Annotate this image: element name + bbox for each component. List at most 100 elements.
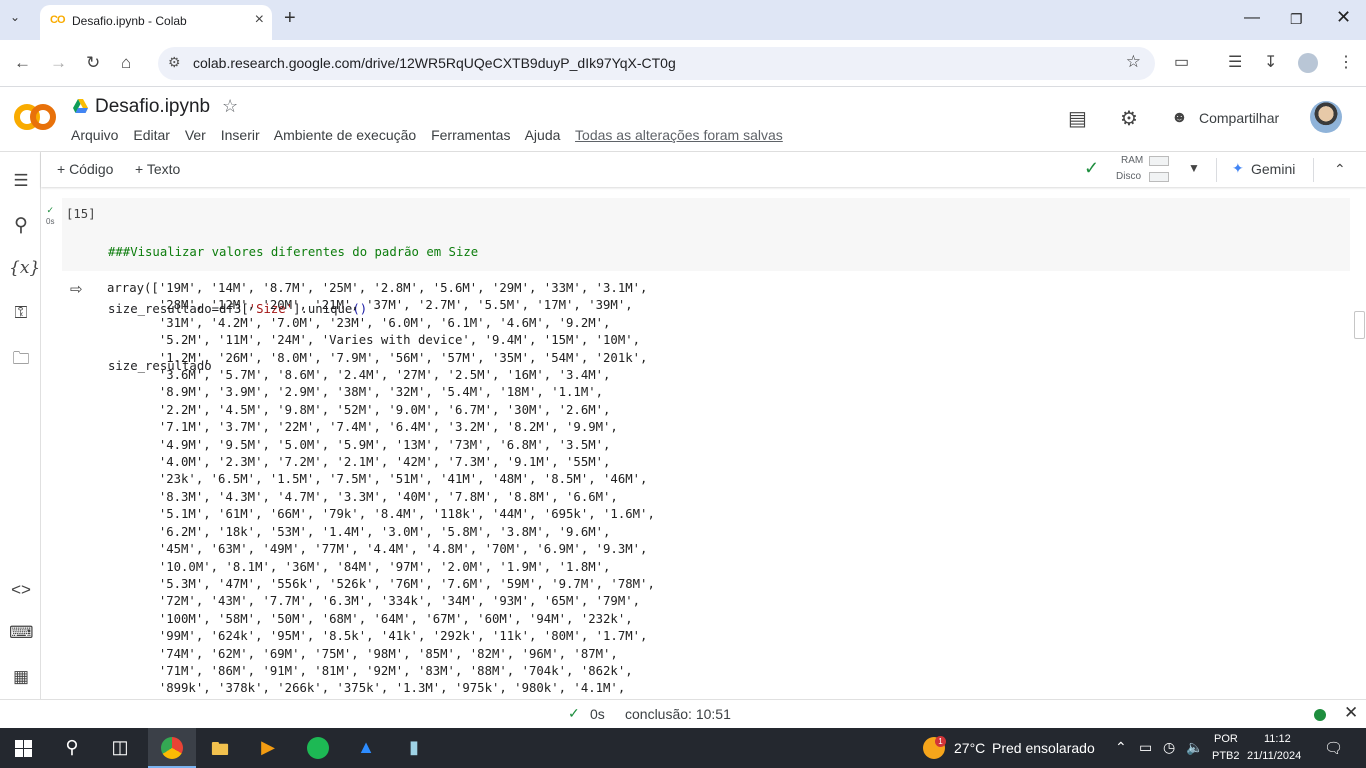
colab-logo-icon[interactable] — [14, 104, 56, 130]
restore-icon[interactable]: ❐ — [1290, 11, 1303, 28]
runtime-dropdown-icon[interactable]: ▼ — [1188, 161, 1200, 175]
menu-ajuda[interactable]: Ajuda — [525, 127, 561, 143]
address-bar-row: ← → ↻ ⌂ ⚙ colab.research.google.com/driv… — [0, 40, 1366, 87]
wifi-icon[interactable]: ◷ — [1163, 739, 1175, 756]
code-comment: ###Visualizar valores diferentes do padr… — [108, 245, 479, 259]
bookmark-star-icon[interactable]: ☆ — [1126, 52, 1141, 72]
colab-status-bar: ✓ 0s conclusão: 10:51 ✕ — [0, 699, 1366, 728]
save-status-link[interactable]: Todas as alterações foram salvas — [575, 127, 783, 143]
cell-output: array(['19M', '14M', '8.7M', '25M', '2.8… — [107, 280, 655, 698]
reload-icon[interactable]: ↻ — [86, 53, 100, 73]
output-line: '71M', '86M', '91M', '81M', '92M', '83M'… — [107, 663, 633, 678]
spotify-icon[interactable] — [294, 728, 342, 768]
table-of-contents-icon[interactable]: ☰ — [9, 171, 33, 191]
clock-date[interactable]: 21/11/2024 — [1247, 750, 1301, 762]
downloads-icon[interactable]: ↧ — [1264, 52, 1277, 72]
app-icon[interactable]: ▮ — [390, 728, 438, 768]
taskbar-search-icon[interactable]: ⚲ — [48, 728, 96, 768]
output-line: '8.3M', '4.3M', '4.7M', '3.3M', '40M', '… — [107, 489, 618, 504]
files-folder-icon[interactable]: 🗀 — [9, 346, 33, 375]
minimize-icon[interactable]: — — [1244, 9, 1260, 27]
windows-start-icon[interactable] — [15, 740, 32, 757]
status-completion[interactable]: conclusão: 10:51 — [625, 706, 731, 722]
output-line: '899k', '378k', '266k', '375k', '1.3M', … — [107, 681, 626, 696]
code-cell[interactable]: [15] ###Visualizar valores diferentes do… — [62, 198, 1350, 373]
new-tab-icon[interactable]: + — [284, 7, 296, 30]
url-text: colab.research.google.com/drive/12WR5RqU… — [193, 55, 676, 71]
media-controls-icon[interactable]: ☰ — [1228, 52, 1242, 72]
volume-icon[interactable]: 🔈 — [1186, 739, 1203, 756]
menu-ver[interactable]: Ver — [185, 127, 206, 143]
ram-meter[interactable] — [1149, 156, 1169, 166]
output-line: '72M', '43M', '7.7M', '6.3M', '334k', '3… — [107, 594, 641, 609]
collapse-header-icon[interactable]: ⌃ — [1334, 161, 1346, 178]
runtime-status-dot[interactable] — [1314, 709, 1326, 721]
notifications-icon[interactable]: 🗨 — [1324, 739, 1343, 757]
photos-app-icon[interactable]: ▲ — [342, 728, 390, 768]
menu-ambiente[interactable]: Ambiente de execução — [274, 127, 416, 143]
disk-meter[interactable] — [1149, 172, 1169, 182]
profile-avatar-icon[interactable] — [1298, 53, 1318, 73]
menu-editar[interactable]: Editar — [133, 127, 170, 143]
code-snippets-icon[interactable]: <> — [9, 580, 33, 600]
search-icon[interactable]: ⚲ — [9, 214, 33, 237]
add-text-cell-button[interactable]: + Texto — [135, 161, 180, 177]
scrollbar-thumb[interactable] — [1354, 311, 1365, 339]
command-palette-icon[interactable]: ⌨ — [9, 623, 34, 643]
output-line: '3.6M', '5.7M', '8.6M', '2.4M', '27M', '… — [107, 368, 611, 383]
home-icon[interactable]: ⌂ — [121, 53, 131, 73]
share-button[interactable]: Compartilhar — [1199, 110, 1279, 126]
tray-chevron-icon[interactable]: ⌃ — [1115, 739, 1127, 756]
ram-label: RAM — [1121, 155, 1144, 166]
add-code-cell-button[interactable]: + Código — [57, 161, 113, 177]
close-tab-icon[interactable]: × — [255, 11, 264, 29]
star-notebook-icon[interactable]: ☆ — [222, 96, 238, 117]
site-info-icon[interactable]: ⚙ — [168, 54, 181, 71]
status-exec-time[interactable]: 0s — [590, 706, 605, 722]
settings-gear-icon[interactable]: ⚙ — [1120, 106, 1138, 131]
file-explorer-icon[interactable]: 🖿 — [196, 728, 244, 768]
comments-icon[interactable]: ▤ — [1068, 106, 1087, 131]
notebook-title[interactable]: Desafio.ipynb — [95, 96, 210, 118]
left-sidebar: ☰ ⚲ {x} ⚿ 🗀 <> ⌨ ▦ — [0, 152, 41, 699]
connected-check-icon[interactable]: ✓ — [1084, 158, 1099, 179]
browser-tab[interactable]: CO Desafio.ipynb - Colab × — [40, 5, 272, 40]
output-actions-icon[interactable]: ⇨ — [70, 280, 83, 298]
media-player-icon[interactable]: ▶ — [244, 728, 292, 768]
variables-icon[interactable]: {x} — [9, 258, 40, 278]
clock-time[interactable]: 11:12 — [1264, 733, 1291, 745]
weather-description[interactable]: Pred ensolarado — [992, 740, 1095, 756]
extensions-icon[interactable]: ▭ — [1174, 52, 1189, 72]
secrets-key-icon[interactable]: ⚿ — [9, 303, 33, 323]
share-people-icon[interactable]: ☻ — [1171, 109, 1188, 127]
output-line: '7.1M', '3.7M', '22M', '7.4M', '6.4M', '… — [107, 420, 618, 435]
gemini-sparkle-icon[interactable]: ✦ — [1232, 160, 1244, 177]
google-drive-icon[interactable] — [73, 99, 88, 113]
terminal-icon[interactable]: ▦ — [9, 667, 33, 687]
back-icon[interactable]: ← — [14, 53, 31, 73]
output-line: '8.9M', '3.9M', '2.9M', '38M', '32M', '5… — [107, 385, 604, 400]
output-line: '99M', '624k', '95M', '8.5k', '41k', '29… — [107, 629, 648, 644]
menu-inserir[interactable]: Inserir — [221, 127, 260, 143]
tab-search-chevron-icon[interactable]: ⌄ — [10, 10, 20, 24]
cell-run-status[interactable]: ✓ 0s — [46, 205, 54, 227]
keyboard-layout[interactable]: PTB2 — [1212, 750, 1240, 762]
menu-arquivo[interactable]: Arquivo — [71, 127, 118, 143]
gemini-button[interactable]: Gemini — [1251, 161, 1295, 177]
task-view-icon[interactable]: ◫ — [96, 728, 144, 768]
menu-ferramentas[interactable]: Ferramentas — [431, 127, 510, 143]
toolbar-divider — [1216, 158, 1217, 182]
browser-menu-icon[interactable]: ⋮ — [1338, 52, 1354, 72]
cell-run-time: 0s — [46, 217, 55, 226]
forward-icon[interactable]: → — [50, 53, 67, 73]
close-status-icon[interactable]: ✕ — [1344, 703, 1358, 723]
output-line: '5.3M', '47M', '556k', '526k', '76M', '7… — [107, 576, 655, 591]
code-line-1: ###Visualizar valores diferentes do padr… — [108, 243, 478, 262]
weather-temperature[interactable]: 27°C — [954, 740, 985, 756]
battery-icon[interactable]: ▭ — [1139, 739, 1152, 756]
input-language[interactable]: POR — [1214, 733, 1238, 745]
close-window-icon[interactable]: ✕ — [1336, 7, 1351, 28]
url-field[interactable]: ⚙ colab.research.google.com/drive/12WR5R… — [158, 47, 1155, 80]
user-avatar[interactable] — [1310, 101, 1342, 133]
chrome-app-icon[interactable] — [148, 728, 196, 768]
